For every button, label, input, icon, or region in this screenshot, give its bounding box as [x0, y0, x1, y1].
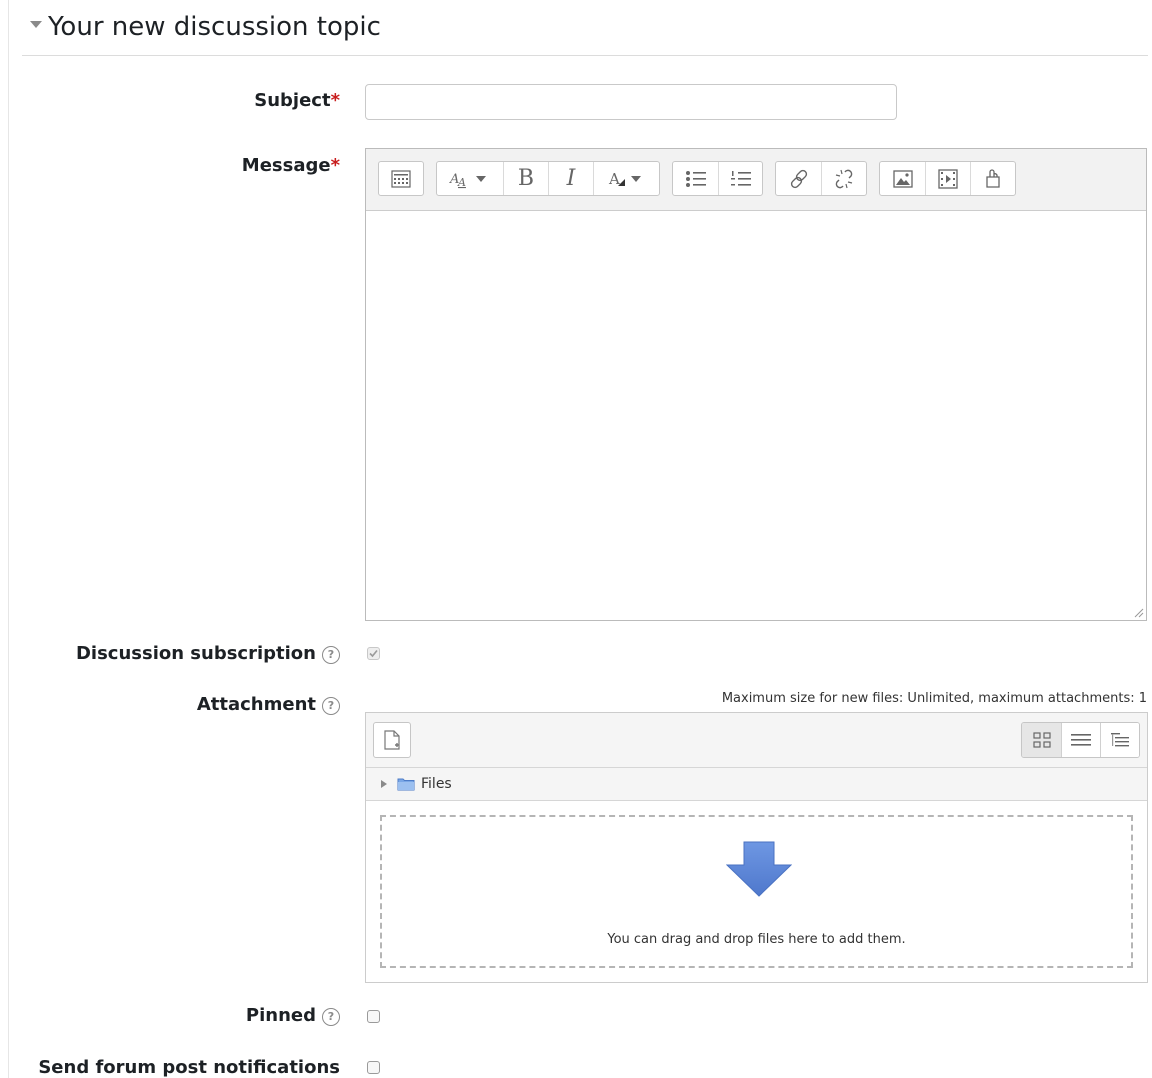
tree-view-button[interactable]: [1100, 723, 1139, 757]
toolbar-toggle-button[interactable]: [379, 162, 423, 195]
required-mark: *: [330, 155, 340, 176]
checkmark-icon: [369, 649, 378, 658]
italic-button[interactable]: I: [548, 162, 593, 195]
image-icon: [892, 169, 913, 188]
image-button[interactable]: [880, 162, 925, 195]
font-style-icon: A A: [449, 172, 486, 189]
discussion-subscription-checkbox[interactable]: [367, 647, 380, 660]
link-icon: [790, 169, 807, 188]
discussion-subscription-label: Discussion subscription?: [30, 643, 340, 664]
svg-text:A: A: [608, 170, 620, 188]
drop-arrow-icon: [726, 841, 792, 897]
manage-files-icon: [986, 168, 1000, 188]
required-mark: *: [330, 90, 340, 111]
editor-toolbar: A A B I A: [366, 149, 1146, 211]
collapse-caret-icon[interactable]: [30, 21, 42, 28]
help-icon[interactable]: ?: [322, 1008, 340, 1026]
link-button[interactable]: [776, 162, 821, 195]
manage-files-button[interactable]: [970, 162, 1015, 195]
view-switcher: [1021, 722, 1140, 758]
help-icon[interactable]: ?: [322, 646, 340, 664]
toolbar-group-toggle: [378, 161, 424, 196]
add-file-icon: [384, 730, 400, 750]
send-notifications-checkbox[interactable]: [367, 1061, 380, 1074]
subject-input[interactable]: [365, 84, 897, 120]
attachment-label: Attachment?: [150, 694, 340, 715]
pinned-label: Pinned?: [150, 1005, 340, 1026]
italic-icon: I: [566, 166, 576, 191]
icons-view-button[interactable]: [1022, 723, 1061, 757]
svg-text:A: A: [457, 176, 466, 189]
font-color-button[interactable]: A: [593, 162, 659, 195]
ordered-list-button[interactable]: [718, 162, 762, 195]
font-color-icon: A: [608, 170, 641, 188]
media-icon: [938, 168, 958, 189]
folder-path[interactable]: Files: [366, 768, 1147, 801]
folder-label: Files: [421, 776, 452, 792]
left-border: [8, 0, 9, 1078]
unordered-list-button[interactable]: [673, 162, 718, 195]
font-style-button[interactable]: A A: [437, 162, 503, 195]
resize-handle-icon[interactable]: [1134, 608, 1144, 618]
unordered-list-icon: [685, 170, 706, 187]
list-view-button[interactable]: [1061, 723, 1100, 757]
unlink-button[interactable]: [821, 162, 866, 195]
add-file-button[interactable]: [373, 722, 411, 758]
message-label: Message*: [241, 155, 340, 176]
section-header[interactable]: Your new discussion topic: [30, 12, 381, 42]
toolbar-toggle-icon: [391, 169, 411, 188]
toolbar-group-lists: [672, 161, 763, 196]
toolbar-group-media: [879, 161, 1016, 196]
bold-button[interactable]: B: [503, 162, 548, 195]
toolbar-group-text: A A B I A: [436, 161, 660, 196]
dropzone-message: You can drag and drop files here to add …: [607, 932, 906, 947]
subject-label: Subject*: [254, 90, 340, 111]
bold-icon: B: [517, 166, 535, 191]
icons-view-icon: [1032, 732, 1051, 748]
send-notifications-label: Send forum post notifications: [38, 1057, 340, 1078]
list-view-icon: [1071, 734, 1091, 746]
expand-arrow-icon[interactable]: [381, 780, 387, 788]
message-editor[interactable]: A A B I A: [365, 148, 1147, 621]
pinned-checkbox[interactable]: [367, 1010, 380, 1023]
file-picker-body: You can drag and drop files here to add …: [366, 801, 1147, 982]
folder-icon: [397, 778, 415, 791]
attachment-limits-text: Maximum size for new files: Unlimited, m…: [721, 691, 1147, 706]
section-title: Your new discussion topic: [48, 12, 381, 42]
help-icon[interactable]: ?: [322, 697, 340, 715]
file-picker: Files You can drag and drop files here t…: [365, 712, 1148, 983]
section-divider: [22, 55, 1148, 56]
unlink-icon: [835, 169, 853, 188]
file-picker-toolbar: [366, 713, 1147, 768]
ordered-list-icon: [730, 170, 751, 186]
toolbar-group-links: [775, 161, 867, 196]
file-dropzone[interactable]: You can drag and drop files here to add …: [380, 815, 1133, 968]
tree-view-icon: [1111, 733, 1129, 747]
media-button[interactable]: [925, 162, 970, 195]
